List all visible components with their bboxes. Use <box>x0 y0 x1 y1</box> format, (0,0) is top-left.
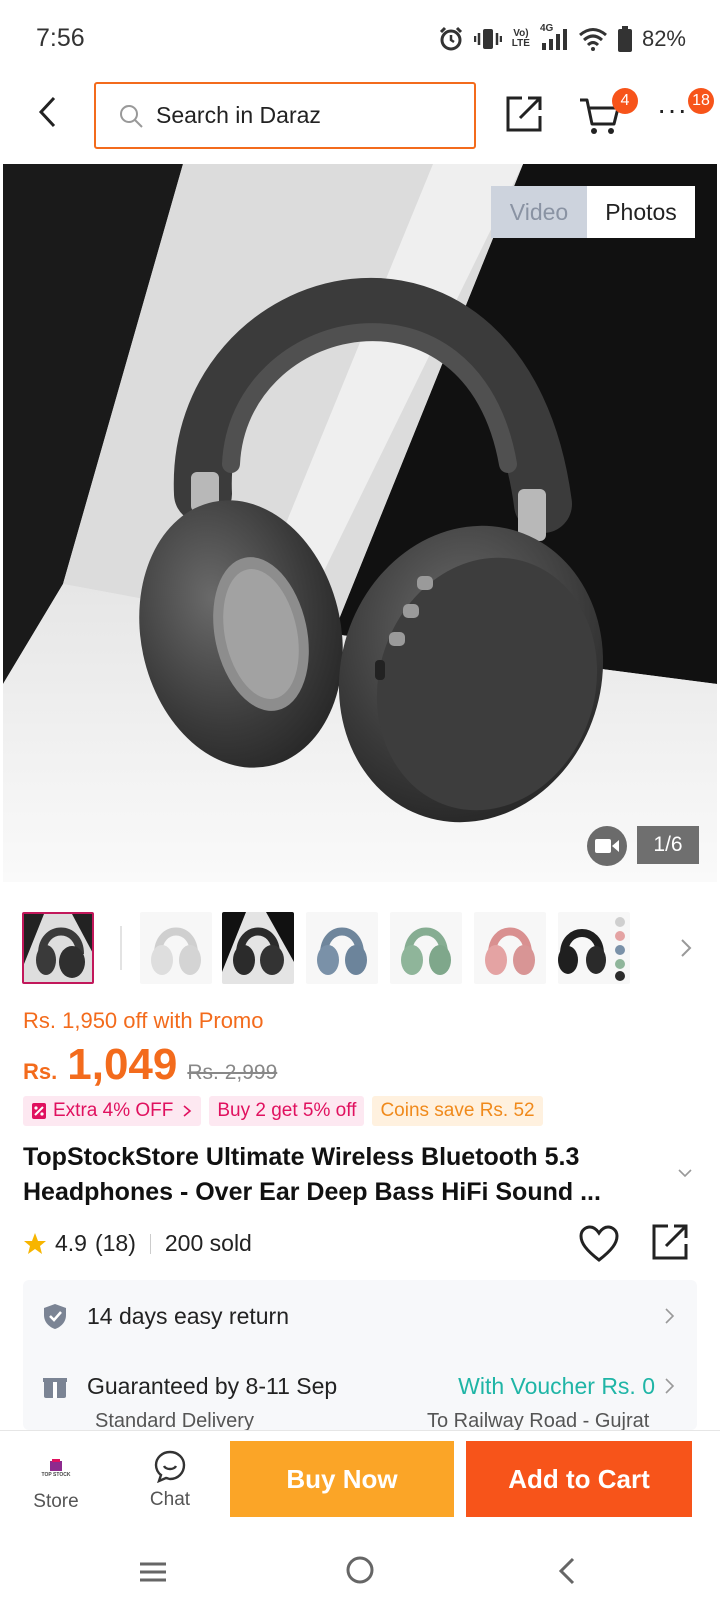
price-row: Rs. 1,049 Rs. 2,999 <box>23 1040 277 1090</box>
price-currency: Rs. <box>23 1059 58 1084</box>
back-icon[interactable] <box>556 1556 578 1586</box>
thumbnail-5[interactable] <box>390 912 462 984</box>
thumbnail-3[interactable] <box>222 912 294 984</box>
home-icon[interactable] <box>344 1554 376 1586</box>
alarm-icon <box>439 26 462 51</box>
coins-save-tag[interactable]: Coins save Rs. 52 <box>372 1096 543 1126</box>
search-input[interactable]: Search in Daraz <box>94 82 476 149</box>
star-icon <box>24 1232 46 1254</box>
bottom-action-bar: TOP STOCK Store Chat Buy Now Add to Cart <box>0 1430 720 1538</box>
search-icon <box>120 104 143 128</box>
headphones-product-image <box>3 164 717 882</box>
chevron-down-icon[interactable] <box>676 1164 694 1182</box>
product-title[interactable]: TopStockStore Ultimate Wireless Bluetoot… <box>23 1140 653 1210</box>
media-toggle: Video Photos <box>491 186 695 238</box>
delivery-row[interactable]: Guaranteed by 8-11 Sep With Voucher Rs. … <box>23 1356 697 1416</box>
chat-label: Chat <box>149 1489 191 1510</box>
bundle-discount-tag[interactable]: Buy 2 get 5% off <box>209 1096 365 1126</box>
extra-off-label: Extra 4% OFF <box>53 1100 174 1121</box>
store-logo: TOP STOCK <box>39 1451 73 1485</box>
battery-percent: 82% <box>641 26 686 51</box>
product-title-line-1: TopStockStore Ultimate Wireless Bluetoot… <box>23 1143 580 1171</box>
delivery-guarantee-text: Guaranteed by 8-11 Sep <box>87 1372 338 1399</box>
message-count-badge: 18 <box>688 88 714 114</box>
bundle-discount-label: Buy 2 get 5% off <box>217 1100 357 1121</box>
thumbnail-4[interactable] <box>306 912 378 984</box>
voucher-text: With Voucher Rs. 0 <box>458 1372 655 1399</box>
rating-row[interactable]: 4.9 (18) 200 sold <box>23 1230 252 1257</box>
store-label: Store <box>33 1491 79 1512</box>
chat-button[interactable]: Chat <box>132 1441 208 1527</box>
thumbnail-strip <box>22 912 702 986</box>
sold-count: 200 sold <box>164 1230 252 1256</box>
thumbnail-divider <box>120 926 122 970</box>
original-price: Rs. 2,999 <box>187 1061 278 1084</box>
status-bar: 7:56 Vo) LTE 4G 82% <box>0 0 720 80</box>
thumbnail-7[interactable] <box>558 912 630 984</box>
voucher-icon <box>32 1103 46 1119</box>
chevron-right-icon <box>665 1308 675 1324</box>
delivery-info-card: 14 days easy return Guaranteed by 8-11 S… <box>23 1280 697 1430</box>
signal-icon: 4G <box>540 24 568 52</box>
rating-value: 4.9 <box>55 1230 87 1256</box>
delivery-type: Standard Delivery <box>95 1410 254 1430</box>
status-time: 7:56 <box>36 24 85 52</box>
rating-count: (18) <box>94 1230 136 1256</box>
share-icon[interactable] <box>650 1222 690 1262</box>
store-button[interactable]: TOP STOCK Store <box>18 1441 94 1527</box>
product-image-carousel[interactable]: Video Photos 1/6 <box>3 164 717 882</box>
gift-box-icon <box>43 1378 67 1398</box>
recent-apps-icon[interactable] <box>138 1558 168 1586</box>
video-camera-icon[interactable] <box>587 826 627 866</box>
return-policy-text: 14 days easy return <box>87 1302 290 1329</box>
heart-icon[interactable] <box>578 1224 620 1264</box>
return-policy-row[interactable]: 14 days easy return <box>23 1286 697 1346</box>
buy-now-button[interactable]: Buy Now <box>230 1441 454 1517</box>
more-menu-button[interactable]: ··· <box>657 96 691 128</box>
search-placeholder: Search in Daraz <box>156 102 321 128</box>
tab-video[interactable]: Video <box>491 186 587 238</box>
thumbnail-1[interactable] <box>22 912 94 984</box>
delivery-location: To Railway Road - Gujrat <box>427 1410 650 1430</box>
tab-photos[interactable]: Photos <box>587 186 695 238</box>
status-icons: Vo) LTE 4G 82% <box>438 24 686 52</box>
wifi-icon <box>578 28 607 51</box>
coins-save-label: Coins save Rs. 52 <box>380 1100 535 1121</box>
system-nav-bar <box>0 1538 720 1608</box>
current-price: 1,049 <box>67 1040 178 1089</box>
product-title-line-2: Headphones - Over Ear Deep Bass HiFi Sou… <box>23 1178 601 1206</box>
promo-text: Rs. 1,950 off with Promo <box>23 1008 264 1033</box>
thumbnail-6[interactable] <box>474 912 546 984</box>
add-to-cart-button[interactable]: Add to Cart <box>466 1441 692 1517</box>
promo-tags: Extra 4% OFF Buy 2 get 5% off Coins save… <box>23 1096 543 1126</box>
volte-indicator: Vo) LTE <box>511 28 530 49</box>
chevron-right-icon <box>183 1105 192 1117</box>
image-counter: 1/6 <box>637 826 699 864</box>
shield-check-icon <box>44 1304 66 1329</box>
chevron-right-icon[interactable] <box>674 934 698 962</box>
rating-divider <box>149 1233 151 1254</box>
cart-count-badge: 4 <box>612 88 638 114</box>
extra-off-tag[interactable]: Extra 4% OFF <box>23 1096 202 1126</box>
top-header: Search in Daraz 4 ··· 18 <box>0 80 720 150</box>
chevron-right-icon <box>665 1378 675 1394</box>
battery-icon <box>617 26 632 52</box>
thumbnail-2[interactable] <box>140 912 212 984</box>
share-icon[interactable] <box>504 94 544 134</box>
vibrate-icon <box>473 29 502 49</box>
chat-icon <box>154 1450 186 1483</box>
back-arrow-icon[interactable] <box>30 94 66 130</box>
